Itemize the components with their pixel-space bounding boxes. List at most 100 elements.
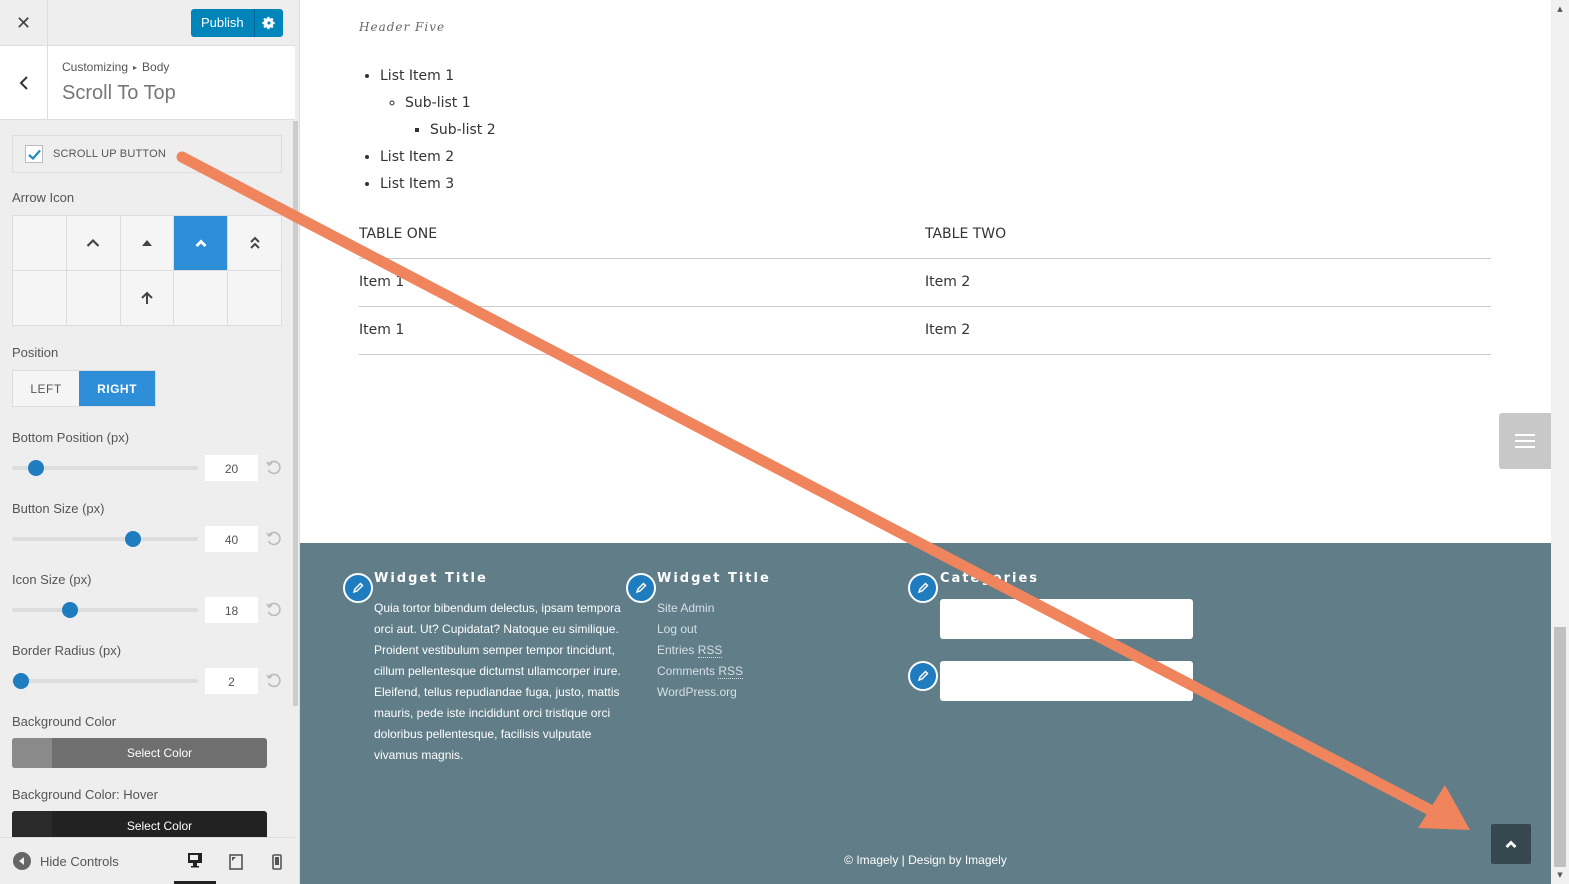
meta-links: Site Admin Log out Entries RSS Comments … bbox=[657, 598, 771, 703]
section-header: Customizing ▸ Body Scroll To Top bbox=[0, 46, 295, 120]
list-item: List Item 2 bbox=[380, 144, 496, 171]
preview-tablet-button[interactable] bbox=[215, 838, 257, 884]
position-toggle: LEFT RIGHT bbox=[12, 370, 156, 407]
list-item-text: Sub-list 2 bbox=[430, 122, 496, 138]
preview-scrollbar[interactable]: ▲ ▼ bbox=[1551, 0, 1569, 884]
footer-widget-text: Widget Title Quia tortor bibendum delect… bbox=[374, 571, 634, 766]
arrow-option-double-chevron[interactable] bbox=[228, 216, 281, 270]
button-size-input[interactable]: 40 bbox=[204, 525, 259, 553]
edit-widget-button[interactable] bbox=[343, 573, 373, 603]
table-header-row: TABLE ONE TABLE TWO bbox=[359, 210, 1491, 259]
checkmark-icon bbox=[27, 149, 41, 160]
site-footer: Widget Title Quia tortor bibendum delect… bbox=[300, 543, 1551, 884]
edit-widget-button[interactable] bbox=[908, 661, 938, 691]
table-cell: Item 1 bbox=[359, 258, 925, 307]
scrollbar-thumb[interactable] bbox=[1554, 627, 1566, 867]
background-color-picker[interactable]: Select Color bbox=[12, 738, 267, 768]
button-size-slider[interactable] bbox=[12, 531, 198, 547]
entries-rss-link[interactable]: Entries RSS bbox=[657, 640, 771, 661]
section-title: Scroll To Top bbox=[62, 82, 176, 104]
background-color-hover-label: Background Color: Hover bbox=[12, 787, 158, 802]
bottom-position-input[interactable]: 20 bbox=[204, 454, 259, 482]
border-radius-slider[interactable] bbox=[12, 673, 198, 689]
widget-title: Widget Title bbox=[374, 571, 488, 586]
scroll-to-top-button[interactable] bbox=[1491, 824, 1531, 864]
sidebar-scrollbar[interactable] bbox=[293, 121, 298, 706]
arrow-option-blank[interactable] bbox=[66, 271, 120, 325]
preview-desktop-button[interactable] bbox=[174, 838, 216, 884]
border-radius-label: Border Radius (px) bbox=[12, 643, 122, 658]
comments-rss-link[interactable]: Comments RSS bbox=[657, 661, 771, 682]
bottom-position-slider[interactable] bbox=[12, 460, 198, 476]
site-admin-link[interactable]: Site Admin bbox=[657, 598, 771, 619]
edit-widget-button[interactable] bbox=[626, 573, 656, 603]
preview-mobile-button[interactable] bbox=[256, 838, 298, 884]
chevron-up-icon bbox=[86, 238, 100, 247]
border-radius-input[interactable]: 2 bbox=[204, 667, 259, 695]
back-button[interactable] bbox=[0, 46, 48, 120]
arrow-icon-picker bbox=[12, 215, 282, 326]
pencil-icon bbox=[917, 582, 929, 594]
categories-select[interactable] bbox=[940, 599, 1193, 639]
arrow-option-blank[interactable] bbox=[174, 271, 228, 325]
slider-thumb[interactable] bbox=[28, 460, 45, 476]
header-five: Header Five bbox=[359, 20, 446, 34]
arrow-option-blank[interactable] bbox=[13, 216, 66, 270]
position-right-button[interactable]: RIGHT bbox=[79, 371, 155, 406]
table-cell: Item 2 bbox=[925, 258, 1491, 307]
triangle-up-icon bbox=[141, 240, 152, 246]
arrow-option-triangle[interactable] bbox=[120, 216, 174, 270]
arrow-option-blank[interactable] bbox=[13, 271, 66, 325]
slider-thumb[interactable] bbox=[61, 602, 78, 618]
wordpress-org-link[interactable]: WordPress.org bbox=[657, 682, 771, 703]
slider-thumb[interactable] bbox=[13, 673, 30, 689]
breadcrumb-separator-icon: ▸ bbox=[133, 63, 138, 72]
arrow-option-chevron[interactable] bbox=[66, 216, 120, 270]
scroll-up-button-toggle[interactable]: SCROLL UP BUTTON bbox=[12, 135, 282, 173]
publish-settings-button[interactable] bbox=[255, 9, 283, 37]
table-cell: Item 1 bbox=[359, 306, 925, 355]
list-item: List Item 1 Sub-list 1 Sub-list 2 bbox=[380, 63, 496, 144]
arrow-option-chevron-bold[interactable] bbox=[174, 216, 228, 270]
bottom-position-label: Bottom Position (px) bbox=[12, 430, 130, 445]
scroll-up-checkbox[interactable] bbox=[25, 145, 43, 163]
search-widget-input[interactable] bbox=[940, 661, 1193, 701]
reset-icon[interactable] bbox=[265, 601, 283, 619]
edit-widget-button[interactable] bbox=[908, 573, 938, 603]
reset-icon[interactable] bbox=[265, 459, 283, 477]
reset-icon[interactable] bbox=[265, 672, 283, 690]
arrow-option-arrow[interactable] bbox=[120, 271, 174, 325]
table-header: TABLE TWO bbox=[925, 210, 1491, 259]
reset-icon[interactable] bbox=[265, 530, 283, 548]
position-label: Position bbox=[12, 345, 59, 360]
content-table: TABLE ONE TABLE TWO Item 1 Item 2 Item 1… bbox=[359, 210, 1491, 355]
double-chevron-up-icon bbox=[249, 236, 260, 249]
link-text: Entries bbox=[657, 643, 695, 657]
scroll-up-arrow-icon[interactable]: ▲ bbox=[1551, 2, 1569, 16]
site-preview: Header Five List Item 1 Sub-list 1 Sub-l… bbox=[300, 0, 1551, 884]
table-header: TABLE ONE bbox=[359, 210, 925, 259]
color-swatch bbox=[12, 738, 52, 768]
scroll-down-arrow-icon[interactable]: ▼ bbox=[1551, 868, 1569, 882]
list-item: Sub-list 1 Sub-list 2 bbox=[405, 90, 496, 144]
log-out-link[interactable]: Log out bbox=[657, 619, 771, 640]
table-cell: Item 2 bbox=[925, 306, 1491, 355]
publish-group: Publish bbox=[191, 9, 283, 37]
position-left-button[interactable]: LEFT bbox=[13, 371, 79, 406]
slider-thumb[interactable] bbox=[124, 531, 141, 547]
publish-button[interactable]: Publish bbox=[191, 9, 255, 37]
rss-abbr: RSS bbox=[697, 643, 723, 658]
close-button[interactable]: ✕ bbox=[0, 0, 48, 46]
side-menu-button[interactable] bbox=[1499, 413, 1551, 469]
customizer-header: ✕ Publish bbox=[0, 0, 295, 46]
content-list: List Item 1 Sub-list 1 Sub-list 2 List I… bbox=[380, 63, 496, 198]
icon-size-input[interactable]: 18 bbox=[204, 596, 259, 624]
background-color-hover-picker[interactable]: Select Color bbox=[12, 811, 267, 837]
hide-controls-button[interactable]: Hide Controls bbox=[13, 852, 119, 870]
chevron-left-icon bbox=[19, 76, 28, 90]
background-color-label: Background Color bbox=[12, 714, 117, 729]
icon-size-slider[interactable] bbox=[12, 602, 198, 618]
arrow-option-blank[interactable] bbox=[228, 271, 281, 325]
list-item-text: Sub-list 1 bbox=[405, 95, 471, 111]
scroll-up-button-label: SCROLL UP BUTTON bbox=[53, 148, 167, 160]
